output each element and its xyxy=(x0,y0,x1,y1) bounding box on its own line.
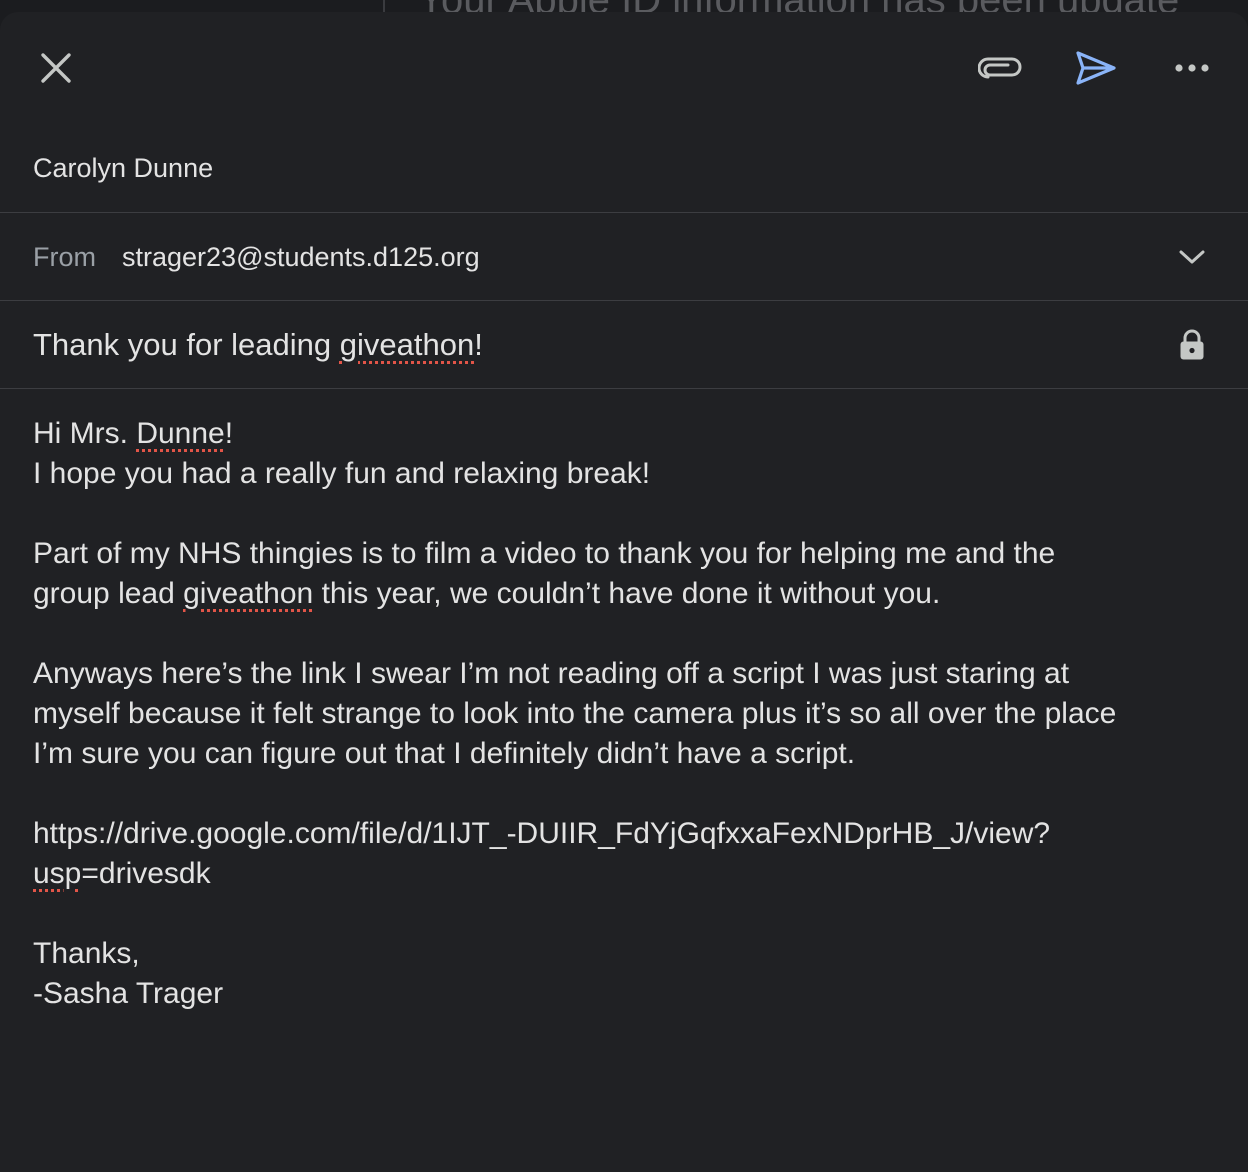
from-address[interactable]: strager23@students.d125.org xyxy=(122,213,480,301)
body-line: I hope you had a really fun and relaxing… xyxy=(33,457,651,490)
from-dropdown-button[interactable] xyxy=(1168,231,1216,283)
body-line: group lead giveathon this year, we could… xyxy=(33,574,1223,614)
from-label: From xyxy=(33,242,96,272)
greeting-start: Hi Mrs. xyxy=(33,417,137,450)
signoff: Thanks, xyxy=(33,937,140,970)
body-text-end: this year, we couldn’t have done it with… xyxy=(313,577,941,610)
body-line: Hi Mrs. Dunne! xyxy=(33,414,1223,454)
link-text-end: =drivesdk xyxy=(81,857,211,890)
paperclip-icon xyxy=(978,57,1022,79)
close-icon xyxy=(41,53,71,83)
subject-input[interactable]: Thank you for leading giveathon! xyxy=(33,301,483,388)
confidential-mode-button[interactable] xyxy=(1170,319,1214,371)
subject-field[interactable]: Thank you for leading giveathon! xyxy=(0,301,1248,389)
subject-text-end: ! xyxy=(474,327,483,362)
send-button[interactable] xyxy=(1068,40,1124,96)
from-field[interactable]: From strager23@students.d125.org xyxy=(0,213,1248,301)
body-line: Part of my NHS thingies is to film a vid… xyxy=(33,537,1056,570)
subject-text-start: Thank you for leading xyxy=(33,327,340,362)
body-line: myself because it felt strange to look i… xyxy=(33,697,1117,730)
compose-sheet: Carolyn Dunne From strager23@students.d1… xyxy=(0,12,1248,1172)
chevron-down-icon xyxy=(1179,250,1205,264)
more-options-button[interactable] xyxy=(1166,42,1218,94)
close-button[interactable] xyxy=(30,42,82,94)
subject-misspelled-word[interactable]: giveathon xyxy=(340,327,474,362)
to-field[interactable]: Carolyn Dunne xyxy=(0,124,1248,213)
attach-button[interactable] xyxy=(972,42,1028,94)
recipient-chip[interactable]: Carolyn Dunne xyxy=(33,124,213,212)
drive-link-line[interactable]: https://drive.google.com/file/d/1IJT_-DU… xyxy=(33,814,1223,854)
body-text-start: group lead xyxy=(33,577,184,610)
greeting-end: ! xyxy=(224,417,234,450)
body-line: I’m sure you can figure out that I defin… xyxy=(33,737,856,770)
drive-link-line[interactable]: usp=drivesdk xyxy=(33,854,1223,894)
body-misspelled-word[interactable]: Dunne xyxy=(136,417,224,450)
more-horizontal-icon xyxy=(1175,64,1209,72)
message-body[interactable]: Hi Mrs. Dunne! I hope you had a really f… xyxy=(33,414,1223,1014)
body-misspelled-word[interactable]: usp xyxy=(33,857,81,890)
send-icon xyxy=(1076,51,1116,85)
body-misspelled-word[interactable]: giveathon xyxy=(183,577,313,610)
signature: -Sasha Trager xyxy=(33,977,224,1010)
body-line: Anyways here’s the link I swear I’m not … xyxy=(33,657,1070,690)
lock-icon xyxy=(1180,329,1204,360)
